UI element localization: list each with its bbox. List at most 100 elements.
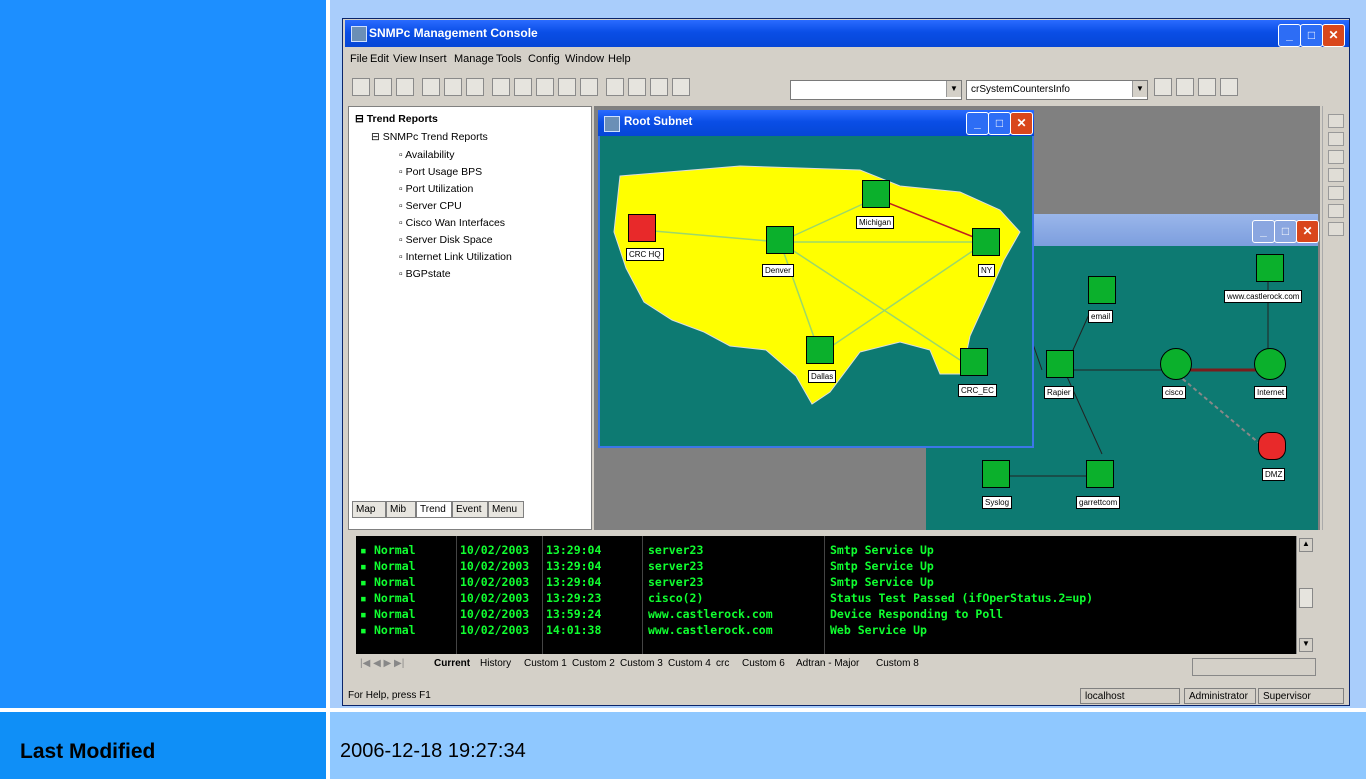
mib-table-combo[interactable]: crSystemCountersInfo ▼ bbox=[966, 80, 1148, 100]
syslog-node-icon[interactable] bbox=[982, 460, 1010, 488]
strip-icon[interactable] bbox=[1328, 114, 1344, 128]
tree-item[interactable]: ▫ Port Usage BPS bbox=[399, 166, 482, 178]
tree-item[interactable]: ▫ Cisco Wan Interfaces bbox=[399, 217, 505, 229]
crc-hq-node-icon[interactable] bbox=[628, 214, 656, 242]
toolbar-icon-settings[interactable] bbox=[1220, 78, 1238, 96]
horizontal-scrollbar[interactable] bbox=[1192, 658, 1316, 676]
tab-event[interactable]: Event bbox=[452, 501, 488, 518]
email-node-icon[interactable] bbox=[1088, 276, 1116, 304]
zoom-in-icon[interactable] bbox=[558, 78, 576, 96]
toolbar-icon-2[interactable] bbox=[374, 78, 392, 96]
tab-trend[interactable]: Trend bbox=[416, 501, 452, 518]
menu-config[interactable]: Config bbox=[528, 53, 560, 65]
log-row[interactable]: ▪ Normal 10/02/2003 13:29:04 server23 Sm… bbox=[356, 574, 1296, 590]
tree-item[interactable]: ▫ Availability bbox=[399, 149, 454, 161]
strip-icon[interactable] bbox=[1328, 222, 1344, 236]
internet-node-icon[interactable] bbox=[1254, 348, 1286, 380]
zoom-icon[interactable] bbox=[514, 78, 532, 96]
dmz-node-icon[interactable] bbox=[1258, 432, 1286, 460]
tree-item[interactable]: ▫ Server Disk Space bbox=[399, 234, 493, 246]
tab-mib[interactable]: Mib bbox=[386, 501, 416, 518]
tab-nav-arrows[interactable]: |◀ ◀ ▶ ▶| bbox=[360, 658, 404, 669]
find-icon[interactable] bbox=[352, 78, 370, 96]
dallas-node-icon[interactable] bbox=[806, 336, 834, 364]
tab-custom1[interactable]: Custom 1 bbox=[524, 658, 567, 669]
tab-menu[interactable]: Menu bbox=[488, 501, 524, 518]
menu-view[interactable]: View bbox=[393, 53, 417, 65]
chevron-down-icon[interactable]: ▼ bbox=[1132, 81, 1147, 97]
zoom-out-icon[interactable] bbox=[580, 78, 598, 96]
maximize-button[interactable]: □ bbox=[1300, 24, 1323, 47]
strip-icon[interactable] bbox=[1328, 132, 1344, 146]
log-row[interactable]: ▪ Normal 10/02/2003 13:59:24 www.castler… bbox=[356, 606, 1296, 622]
chevron-down-icon[interactable]: ▼ bbox=[946, 81, 961, 97]
log-scrollbar[interactable]: ▲ ▼ bbox=[1296, 536, 1314, 654]
minimize-button[interactable]: _ bbox=[1252, 220, 1275, 243]
tab-custom6[interactable]: Custom 6 bbox=[742, 658, 785, 669]
log-row[interactable]: ▪ Normal 10/02/2003 13:29:04 server23 Sm… bbox=[356, 558, 1296, 574]
maximize-button[interactable]: □ bbox=[1274, 220, 1297, 243]
tree-item[interactable]: ▫ Port Utilization bbox=[399, 183, 473, 195]
log-row[interactable]: ▪ Normal 10/02/2003 14:01:38 www.castler… bbox=[356, 622, 1296, 638]
menu-help[interactable]: Help bbox=[608, 53, 631, 65]
zoom-1to1-icon[interactable] bbox=[536, 78, 554, 96]
close-button[interactable]: ✕ bbox=[1322, 24, 1345, 47]
app-titlebar[interactable]: SNMPc Management Console _ □ ✕ bbox=[345, 20, 1349, 47]
toolbar-icon-chart[interactable] bbox=[1198, 78, 1216, 96]
tree-item[interactable]: ▫ Internet Link Utilization bbox=[399, 251, 512, 263]
tab-history[interactable]: History bbox=[480, 658, 511, 669]
toolbar-icon-5[interactable] bbox=[444, 78, 462, 96]
toolbar-icon-6[interactable] bbox=[466, 78, 484, 96]
strip-icon[interactable] bbox=[1328, 150, 1344, 164]
rapier-node-icon[interactable] bbox=[1046, 350, 1074, 378]
tab-map[interactable]: Map bbox=[352, 501, 386, 518]
maximize-button[interactable]: □ bbox=[988, 112, 1011, 135]
log-row[interactable]: ▪ Normal 10/02/2003 13:29:04 server23 Sm… bbox=[356, 542, 1296, 558]
minimize-button[interactable]: _ bbox=[1278, 24, 1301, 47]
crc-ec-node-icon[interactable] bbox=[960, 348, 988, 376]
strip-icon[interactable] bbox=[1328, 168, 1344, 182]
tree-group[interactable]: ⊟ SNMPc Trend Reports bbox=[371, 131, 488, 143]
tab-custom4[interactable]: Custom 4 bbox=[668, 658, 711, 669]
tree-root[interactable]: ⊟ Trend Reports bbox=[355, 113, 438, 125]
tab-current[interactable]: Current bbox=[434, 658, 470, 669]
lock-icon[interactable] bbox=[396, 78, 414, 96]
log-row[interactable]: ▪ Normal 10/02/2003 13:29:23 cisco(2) St… bbox=[356, 590, 1296, 606]
tab-custom2[interactable]: Custom 2 bbox=[572, 658, 615, 669]
root-subnet-titlebar[interactable]: Root Subnet _ □ ✕ bbox=[598, 110, 1034, 136]
home-icon[interactable] bbox=[672, 78, 690, 96]
toolbar-icon-graph[interactable] bbox=[1176, 78, 1194, 96]
toolbar-icon-table[interactable] bbox=[1154, 78, 1172, 96]
menu-file[interactable]: File bbox=[350, 53, 368, 65]
scroll-up-icon[interactable]: ▲ bbox=[1299, 538, 1313, 552]
menu-tools[interactable]: Tools bbox=[496, 53, 522, 65]
scroll-down-icon[interactable]: ▼ bbox=[1299, 638, 1313, 652]
scroll-thumb[interactable] bbox=[1299, 588, 1313, 608]
menu-edit[interactable]: Edit bbox=[370, 53, 389, 65]
forward-icon[interactable] bbox=[628, 78, 646, 96]
tree-item[interactable]: ▫ Server CPU bbox=[399, 200, 462, 212]
alarm-icon[interactable] bbox=[422, 78, 440, 96]
tab-custom8[interactable]: Custom 8 bbox=[876, 658, 919, 669]
strip-icon[interactable] bbox=[1328, 186, 1344, 200]
denver-node-icon[interactable] bbox=[766, 226, 794, 254]
web-server-node-icon[interactable] bbox=[1256, 254, 1284, 282]
router-node-icon[interactable] bbox=[1160, 348, 1192, 380]
toolbar-icon-14[interactable] bbox=[650, 78, 668, 96]
menu-insert[interactable]: Insert bbox=[419, 53, 447, 65]
ny-node-icon[interactable] bbox=[972, 228, 1000, 256]
strip-icon[interactable] bbox=[1328, 204, 1344, 218]
tab-custom3[interactable]: Custom 3 bbox=[620, 658, 663, 669]
michigan-node-icon[interactable] bbox=[862, 180, 890, 208]
toolbar-combo-1[interactable]: ▼ bbox=[790, 80, 962, 100]
close-button[interactable]: ✕ bbox=[1010, 112, 1033, 135]
tab-crc[interactable]: crc bbox=[716, 658, 729, 669]
tree-item[interactable]: ▫ BGPstate bbox=[399, 268, 451, 280]
tab-adtran-major[interactable]: Adtran - Major bbox=[796, 658, 859, 669]
close-button[interactable]: ✕ bbox=[1296, 220, 1319, 243]
back-icon[interactable] bbox=[606, 78, 624, 96]
menu-manage[interactable]: Manage bbox=[454, 53, 494, 65]
garrettcom-node-icon[interactable] bbox=[1086, 460, 1114, 488]
toolbar-icon-7[interactable] bbox=[492, 78, 510, 96]
menu-window[interactable]: Window bbox=[565, 53, 604, 65]
